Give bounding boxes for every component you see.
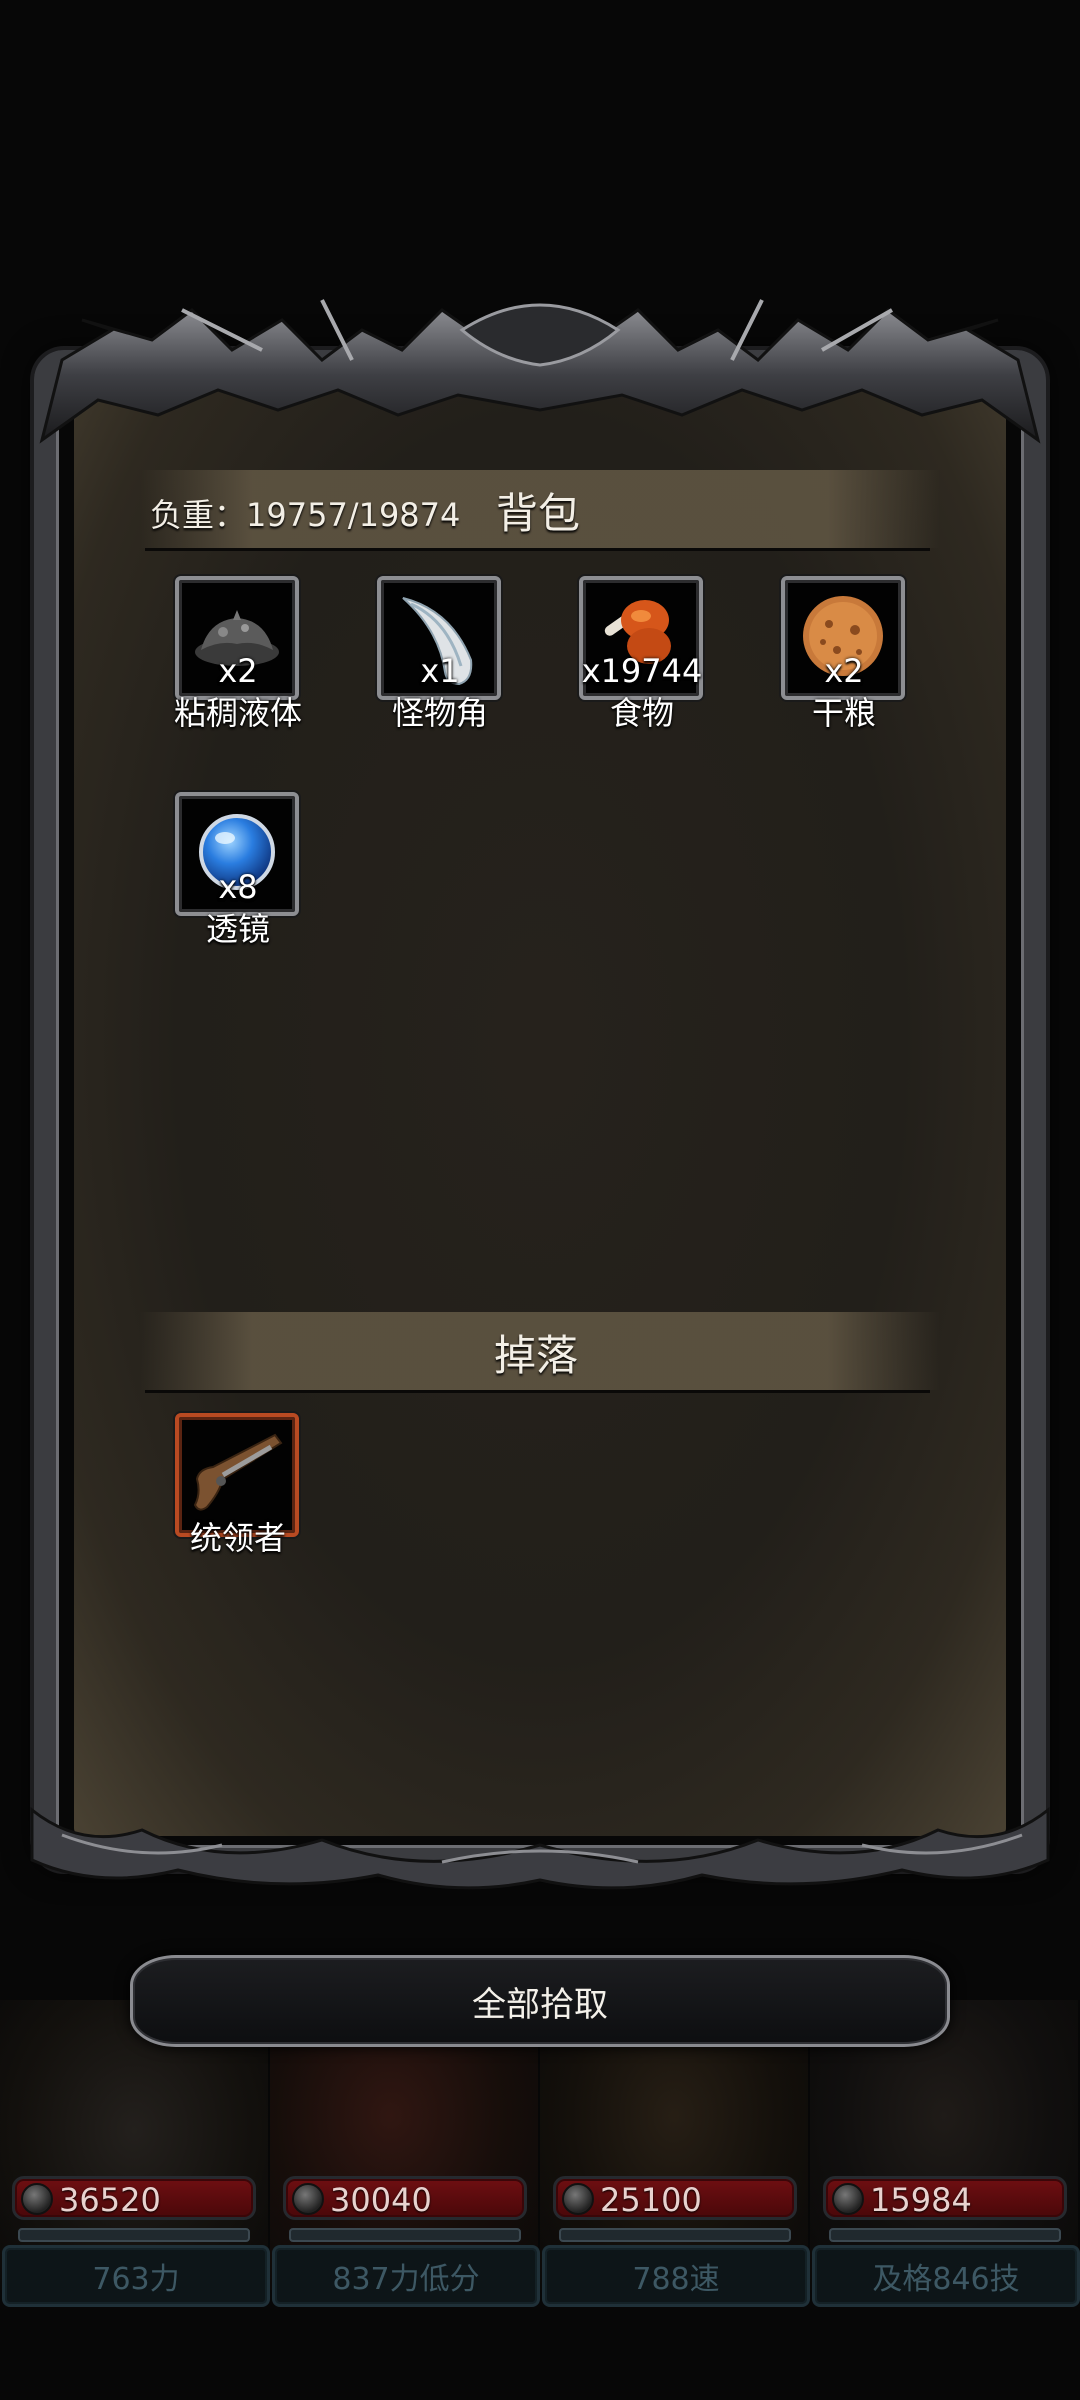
sword-badge-icon [832,2183,864,2215]
hero-energy-bar [829,2228,1061,2242]
hero-stat-box[interactable]: 837力低分 [272,2245,540,2307]
pick-all-button[interactable]: 全部拾取 [130,1955,950,2047]
inventory-slot[interactable]: x19744 食物 [577,576,707,746]
inventory-slot[interactable]: x8 透镜 [173,792,303,962]
item-count: x1 [420,652,460,690]
hero-hp-value: 15984 [870,2181,972,2219]
hero-hp-bar: 15984 [823,2176,1067,2220]
divider [145,1390,930,1393]
drop-slot[interactable]: 统领者 [173,1413,303,1583]
hero-hp-bar: 30040 [283,2176,527,2220]
hero-hp-value: 25100 [600,2181,702,2219]
frame-crest-ornament [39,299,1041,444]
hero-hp-value: 30040 [330,2181,432,2219]
item-name: 怪物角 [391,694,488,732]
item-name: 干粮 [811,694,876,732]
item-count: x19744 [581,652,703,690]
inventory-slot[interactable]: x2 粘稠液体 [173,576,303,746]
item-name: 粘稠液体 [173,694,302,732]
hero-stat-box[interactable]: 及格846技 [812,2245,1080,2307]
divider [145,548,930,551]
hero-hp-value: 36520 [59,2181,161,2219]
hero-energy-bar [559,2228,791,2242]
hero-stat-box[interactable]: 763力 [2,2245,270,2307]
sword-badge-icon [21,2183,53,2215]
item-name: 透镜 [205,910,270,948]
frame-bottom-ornament [30,1806,1050,1890]
inventory-slot[interactable]: x1 怪物角 [375,576,505,746]
item-count: x8 [218,868,258,906]
drop-title: 掉落 [494,1331,579,1380]
hero-energy-bar [18,2228,250,2242]
item-name: 食物 [609,694,674,732]
bag-title: 背包 [496,489,581,538]
hero-hp-bar: 36520 [12,2176,256,2220]
item-count: x2 [218,652,258,690]
sword-badge-icon [562,2183,594,2215]
inventory-slot[interactable]: x2 干粮 [779,576,909,746]
carry-weight-label: 负重：19757/19874 [150,496,461,534]
sword-badge-icon [292,2183,324,2215]
hero-hp-bar: 25100 [553,2176,797,2220]
hero-energy-bar [289,2228,521,2242]
pick-all-label: 全部拾取 [472,1984,608,2025]
item-count: x2 [824,652,864,690]
item-name: 统领者 [189,1519,286,1557]
hero-stat-box[interactable]: 788速 [542,2245,810,2307]
